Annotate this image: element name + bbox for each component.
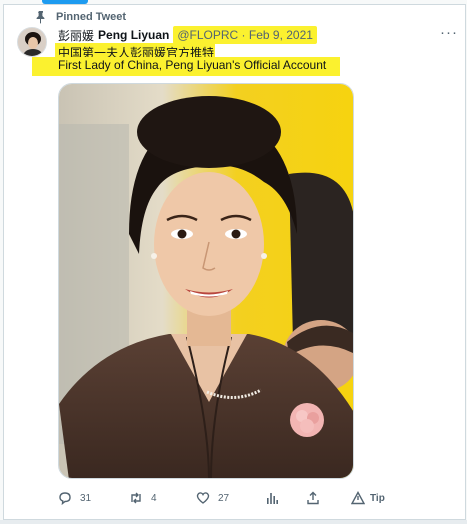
retweet-button[interactable]: 4 [129, 489, 157, 507]
author-row: 彭丽媛 Peng Liyuan @FLOPRC · Feb 9, 2021 [58, 26, 317, 44]
author-display-name[interactable]: Peng Liyuan [98, 28, 169, 42]
reply-button[interactable]: 31 [58, 489, 91, 507]
like-count: 27 [218, 492, 230, 504]
share-icon [307, 491, 319, 505]
share-button[interactable] [306, 489, 320, 507]
analytics-button[interactable] [265, 489, 279, 507]
heart-icon [196, 492, 210, 504]
reply-icon [59, 492, 71, 505]
retweet-icon [131, 492, 141, 504]
pin-icon [34, 10, 48, 24]
tip-button[interactable]: Tip [351, 489, 385, 507]
bottom-divider [0, 520, 467, 524]
tweet-actions-bar: 31 4 27 Tip [0, 489, 467, 509]
analytics-icon [267, 493, 278, 504]
pinned-indicator: Pinned Tweet [34, 10, 126, 24]
more-options-icon[interactable]: ··· [440, 24, 458, 41]
tweet-text-english: First Lady of China, Peng Liyuan's Offic… [32, 57, 340, 76]
author-handle-date[interactable]: @FLOPRC · Feb 9, 2021 [173, 26, 317, 44]
author-name-chinese[interactable]: 彭丽媛 [58, 27, 94, 44]
tweet-photo[interactable] [58, 83, 354, 479]
reply-count: 31 [80, 492, 92, 504]
pinned-label: Pinned Tweet [56, 11, 127, 23]
avatar[interactable] [17, 27, 47, 57]
tip-icon [351, 491, 365, 505]
retweet-count: 4 [151, 492, 157, 504]
like-button[interactable]: 27 [196, 489, 229, 507]
tip-label: Tip [370, 492, 385, 504]
